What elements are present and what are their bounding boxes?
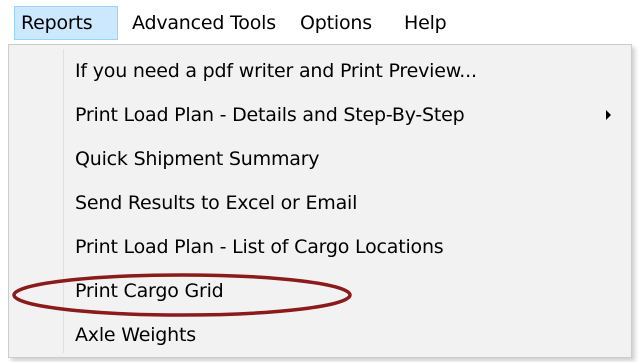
menu-item-send-results[interactable]: Send Results to Excel or Email	[11, 181, 629, 225]
menu-help[interactable]: Help	[404, 6, 447, 40]
menu-bar: Reports Advanced Tools Options Help	[0, 0, 638, 46]
menu-advanced-tools[interactable]: Advanced Tools	[132, 6, 276, 40]
menu-item-label: Axle Weights	[75, 324, 196, 346]
reports-dropdown-menu: If you need a pdf writer and Print Previ…	[8, 44, 632, 358]
menu-item-label: Print Load Plan - List of Cargo Location…	[75, 236, 444, 258]
menu-item-label: Print Cargo Grid	[75, 280, 224, 302]
menu-item-label: If you need a pdf writer and Print Previ…	[75, 60, 477, 82]
menu-item-label: Send Results to Excel or Email	[75, 192, 358, 214]
menu-item-print-cargo-grid[interactable]: Print Cargo Grid	[11, 269, 629, 313]
menu-item-quick-shipment-summary[interactable]: Quick Shipment Summary	[11, 137, 629, 181]
submenu-arrow-icon	[606, 110, 611, 120]
menu-item-print-load-plan-details[interactable]: Print Load Plan - Details and Step-By-St…	[11, 93, 629, 137]
menu-item-pdf-writer[interactable]: If you need a pdf writer and Print Previ…	[11, 49, 629, 93]
menu-item-print-load-plan-locations[interactable]: Print Load Plan - List of Cargo Location…	[11, 225, 629, 269]
menu-item-label: Print Load Plan - Details and Step-By-St…	[75, 104, 465, 126]
menu-item-label: Quick Shipment Summary	[75, 148, 320, 170]
menu-item-axle-weights[interactable]: Axle Weights	[11, 313, 629, 357]
menu-options[interactable]: Options	[300, 6, 372, 40]
menu-reports[interactable]: Reports	[14, 6, 118, 40]
